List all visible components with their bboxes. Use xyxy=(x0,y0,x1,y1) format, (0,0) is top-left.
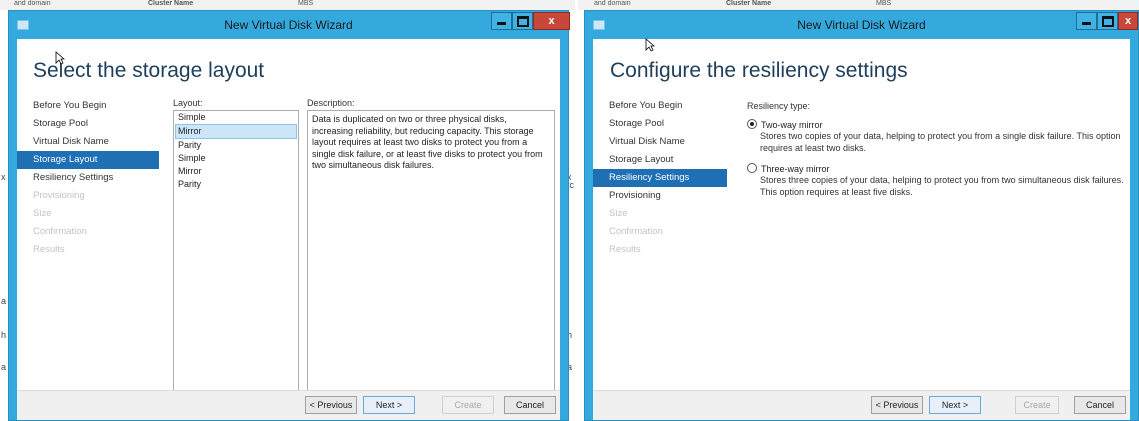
previous-button[interactable]: < Previous xyxy=(305,396,357,414)
description-text: Data is duplicated on two or three physi… xyxy=(312,114,543,170)
close-button[interactable]: x xyxy=(1118,12,1138,30)
nav-item-resiliency-settings[interactable]: Resiliency Settings xyxy=(17,169,159,187)
mouse-cursor-icon xyxy=(645,38,655,52)
close-icon: x xyxy=(548,15,555,27)
close-icon: x xyxy=(1124,15,1132,27)
option-description: Stores three copies of your data, helpin… xyxy=(760,175,1124,197)
layout-option-parity[interactable]: Parity xyxy=(174,139,298,152)
wizard-footer: < Previous Next > Create Cancel xyxy=(593,390,1130,420)
nav-item-size: Size xyxy=(609,208,628,219)
layout-option-simple[interactable]: Simple xyxy=(174,111,298,124)
minimize-icon xyxy=(1082,22,1091,25)
radio-checked-icon[interactable] xyxy=(747,119,757,129)
wizard-window-storage-layout: New Virtual Disk Wizard x Select the sto… xyxy=(8,10,570,421)
maximize-icon xyxy=(1101,15,1114,27)
next-button[interactable]: Next > xyxy=(929,396,981,414)
background-header-strip-right: and domain Cluster Name MBS xyxy=(578,0,1139,10)
wizard-footer: < Previous Next > Create Cancel xyxy=(17,390,560,420)
nav-item-confirmation: Confirmation xyxy=(609,226,663,237)
option-description: Stores two copies of your data, helping … xyxy=(760,131,1121,153)
window-title: New Virtual Disk Wizard xyxy=(224,18,353,32)
page-title: Configure the resiliency settings xyxy=(610,59,908,82)
wizard-window-resiliency-settings: New Virtual Disk Wizard x Configure the … xyxy=(584,10,1139,421)
wizard-nav: Before You Begin Storage Pool Virtual Di… xyxy=(17,97,159,259)
bg-text: MBS xyxy=(298,0,314,7)
close-button[interactable]: x xyxy=(533,12,570,30)
nav-item-before-you-begin[interactable]: Before You Begin xyxy=(17,97,159,115)
title-bar[interactable]: New Virtual Disk Wizard x xyxy=(585,11,1138,39)
resiliency-type-label: Resiliency type: xyxy=(747,101,811,111)
bg-text: Cluster Name xyxy=(148,0,194,7)
nav-item-storage-pool[interactable]: Storage Pool xyxy=(17,115,159,133)
nav-item-results: Results xyxy=(609,244,641,255)
maximize-button[interactable] xyxy=(512,12,533,30)
nav-item-virtual-disk-name[interactable]: Virtual Disk Name xyxy=(593,133,727,151)
maximize-icon xyxy=(516,15,529,27)
layout-option-mirror[interactable]: Mirror xyxy=(174,165,298,178)
bg-edge-letter: h xyxy=(1,330,7,340)
bg-edge-letter: x xyxy=(1,172,6,182)
wizard-content: Select the storage layout Before You Beg… xyxy=(17,39,560,420)
background-header-strip-left: and domain Cluster Name MBS xyxy=(0,0,575,10)
bg-text: Cluster Name xyxy=(726,0,772,7)
wizard-nav: Before You Begin Storage Pool Virtual Di… xyxy=(593,97,727,259)
minimize-button[interactable] xyxy=(491,12,512,30)
nav-item-storage-layout[interactable]: Storage Layout xyxy=(17,151,159,169)
layout-option-parity[interactable]: Parity xyxy=(174,178,298,191)
create-button: Create xyxy=(442,396,494,414)
bg-text: and domain xyxy=(14,0,51,7)
layout-option-mirror[interactable]: Mirror xyxy=(175,124,297,139)
minimize-button[interactable] xyxy=(1076,12,1097,30)
nav-item-storage-pool[interactable]: Storage Pool xyxy=(593,115,727,133)
layout-option-simple[interactable]: Simple xyxy=(174,152,298,165)
layout-listbox[interactable]: Simple Mirror Parity Simple Mirror Parit… xyxy=(173,110,299,415)
nav-item-resiliency-settings[interactable]: Resiliency Settings xyxy=(593,169,727,187)
nav-item-provisioning[interactable]: Provisioning xyxy=(593,187,727,205)
previous-button[interactable]: < Previous xyxy=(871,396,923,414)
page-title: Select the storage layout xyxy=(33,59,265,82)
nav-item-size: Size xyxy=(33,208,52,219)
nav-item-virtual-disk-name[interactable]: Virtual Disk Name xyxy=(17,133,159,151)
wizard-content: Configure the resiliency settings Before… xyxy=(593,39,1130,420)
next-button[interactable]: Next > xyxy=(363,396,415,414)
radio-label[interactable]: Two-way mirror xyxy=(761,120,823,130)
radio-label[interactable]: Three-way mirror xyxy=(761,164,830,174)
bg-edge-letter: a xyxy=(1,362,7,372)
bg-text: MBS xyxy=(876,0,892,7)
nav-item-storage-layout[interactable]: Storage Layout xyxy=(593,151,727,169)
radio-unchecked-icon[interactable] xyxy=(747,163,757,173)
create-button: Create xyxy=(1015,396,1059,414)
cancel-button[interactable]: Cancel xyxy=(1074,396,1126,414)
nav-item-confirmation: Confirmation xyxy=(33,226,87,237)
window-title: New Virtual Disk Wizard xyxy=(797,18,926,32)
layout-label: Layout: xyxy=(173,98,203,108)
bg-edge-letter: a xyxy=(1,296,7,306)
nav-item-before-you-begin[interactable]: Before You Begin xyxy=(593,97,727,115)
maximize-button[interactable] xyxy=(1097,12,1118,30)
minimize-icon xyxy=(497,22,506,25)
radio-two-way-mirror[interactable]: Two-way mirror xyxy=(747,119,823,130)
description-box: Data is duplicated on two or three physi… xyxy=(307,110,555,415)
title-bar[interactable]: New Virtual Disk Wizard x xyxy=(9,11,570,39)
cancel-button[interactable]: Cancel xyxy=(504,396,556,414)
mouse-cursor-icon xyxy=(55,51,65,65)
radio-three-way-mirror[interactable]: Three-way mirror xyxy=(747,163,830,174)
nav-item-provisioning: Provisioning xyxy=(33,190,85,201)
description-label: Description: xyxy=(307,98,355,108)
nav-item-results: Results xyxy=(33,244,65,255)
bg-text: and domain xyxy=(594,0,631,7)
